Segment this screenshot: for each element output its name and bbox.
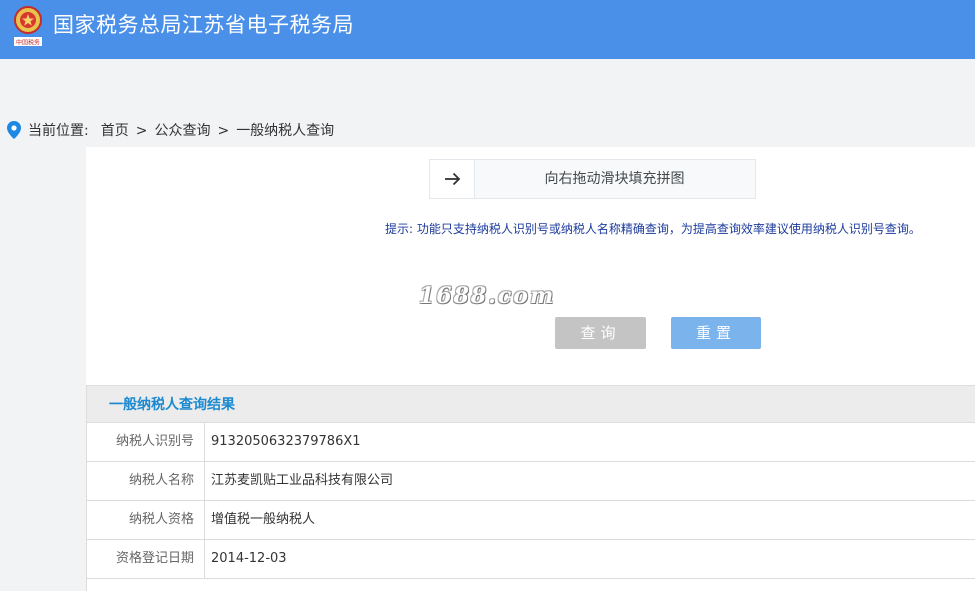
query-hint: 提示: 功能只支持纳税人识别号或纳税人名称精确查询，为提高查询效率建议使用纳税人… [385,222,921,236]
breadcrumb-current: 一般纳税人查询 [236,123,335,139]
table-row: 纳税人识别号 9132050632379786X1 [87,423,975,462]
row-label: 资格登记日期 [87,540,205,578]
query-form: 向右拖动滑块填充拼图 提示: 功能只支持纳税人识别号或纳税人名称精确查询，为提高… [86,147,975,387]
breadcrumb-home-link[interactable]: 首页 [101,123,129,139]
row-label: 纳税人名称 [87,462,205,500]
watermark: 1688.com [419,283,556,309]
row-value: 2014-12-03 [211,551,287,566]
slider-handle[interactable] [430,160,475,198]
table-row: 纳税人名称 江苏麦凯贴工业品科技有限公司 [87,462,975,501]
top-header: 中国税务 国家税务总局江苏省电子税务局 [0,0,975,59]
row-value: 9132050632379786X1 [211,434,361,449]
results-header: 一般纳税人查询结果 [87,385,975,423]
captcha-slider[interactable]: 向右拖动滑块填充拼图 [429,159,756,199]
table-row: 纳税人资格 增值税一般纳税人 [87,501,975,540]
table-row: 资格登记日期 2014-12-03 [87,540,975,579]
row-value: 增值税一般纳税人 [211,512,316,527]
breadcrumb-separator: > [135,123,148,139]
location-pin-icon [7,121,21,139]
row-label: 纳税人资格 [87,501,205,539]
query-button[interactable]: 查询 [555,317,646,349]
breadcrumb: 当前位置: 首页 > 公众查询 > 一般纳税人查询 [0,115,975,147]
breadcrumb-public-query-link[interactable]: 公众查询 [154,123,210,139]
arrow-right-icon [445,172,461,186]
row-label: 纳税人识别号 [87,423,205,461]
slider-text: 向右拖动滑块填充拼图 [544,171,685,187]
breadcrumb-text: 当前位置: 首页 > 公众查询 > 一般纳税人查询 [28,122,334,140]
results-title: 一般纳税人查询结果 [109,397,235,413]
breadcrumb-prefix: 当前位置: [28,123,89,139]
site-title: 国家税务总局江苏省电子税务局 [53,13,354,37]
breadcrumb-separator: > [217,123,230,139]
reset-button[interactable]: 重置 [671,317,761,349]
row-value: 江苏麦凯贴工业品科技有限公司 [211,473,394,488]
tax-emblem-icon: 中国税务 [14,6,42,47]
emblem-caption: 中国税务 [16,39,40,47]
header-spacer [0,59,975,115]
results-panel: 一般纳税人查询结果 纳税人识别号 9132050632379786X1 纳税人名… [86,385,975,591]
